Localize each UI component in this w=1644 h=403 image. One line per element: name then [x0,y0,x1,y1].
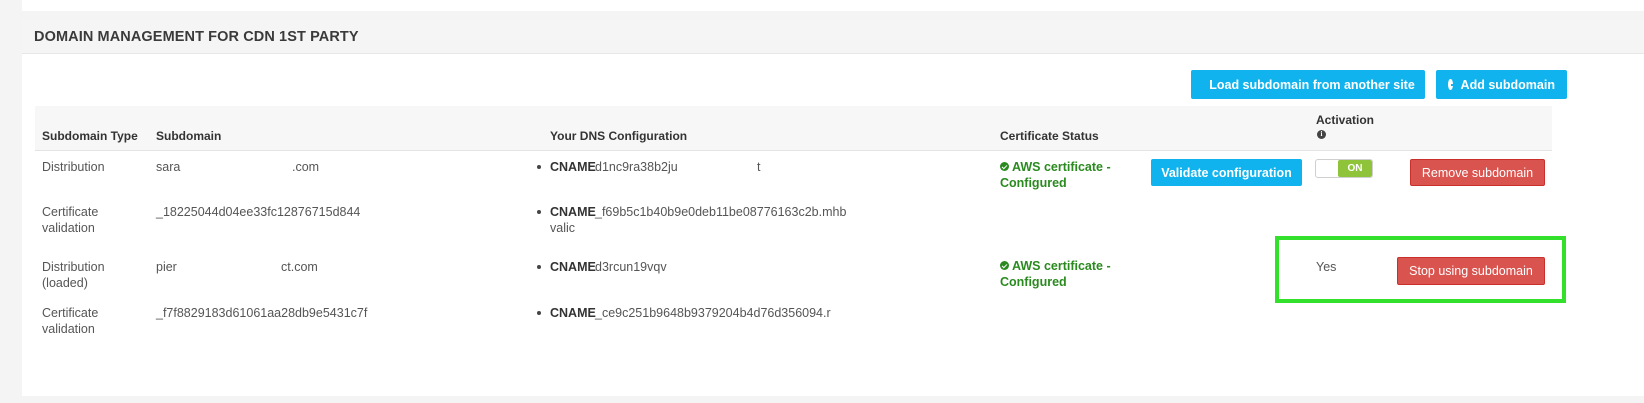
toolbar: Load subdomain from another site Add sub… [1191,70,1567,99]
check-circle-icon [1000,162,1009,171]
dns-kind: CNAME [550,260,596,274]
header-subdomain-type: Subdomain Type [42,129,138,143]
dns-value: d3rcun19vqv [595,260,667,274]
header-subdomain: Subdomain [156,129,222,143]
row-type: Certificate validation [42,205,99,235]
panel-header: DOMAIN MANAGEMENT FOR CDN 1ST PARTY [22,20,1644,54]
dns-kind: CNAME [550,306,596,320]
panel-title: DOMAIN MANAGEMENT FOR CDN 1ST PARTY [34,28,359,45]
row-subdomain-start: sara [156,160,181,174]
row-subdomain-start: pier [156,260,177,274]
highlight-annotation [1275,236,1566,303]
plus-circle-icon [1448,79,1456,90]
dns-value-line2: valic [550,221,576,235]
header-activation: Activation [1316,113,1375,127]
info-circle-icon[interactable]: i [1317,130,1326,139]
load-subdomain-button[interactable]: Load subdomain from another site [1191,70,1425,99]
check-circle-icon [1000,261,1009,270]
add-subdomain-button[interactable]: Add subdomain [1436,70,1567,99]
row-subdomain-end: ct.com [281,260,318,274]
add-subdomain-label: Add subdomain [1460,77,1555,92]
row-type: Distribution (loaded) [42,260,105,290]
list-bullet [537,311,541,315]
top-strip [22,0,1644,11]
toggle-on-label: ON [1338,160,1372,177]
row-subdomain-start: _18225044d04ee33fc12876715d844 [156,205,361,219]
validate-configuration-button[interactable]: Validate configuration [1151,159,1302,186]
row-subdomain-start: _f7f8829183d61061aa28db9e5431c7f [156,306,368,320]
list-bullet [537,210,541,214]
dns-value: d1nc9ra38b2ju [595,160,678,174]
row-type: Distribution [42,160,105,174]
domain-management-panel: DOMAIN MANAGEMENT FOR CDN 1ST PARTY Load… [22,20,1644,396]
list-bullet [537,165,541,169]
dns-value: _f69b5c1b40b9e0deb11be08776163c2b.mhb [595,205,847,219]
dns-kind: CNAME [550,205,596,219]
table-header: Subdomain Type Subdomain Your DNS Config… [35,106,1552,151]
remove-subdomain-button[interactable]: Remove subdomain [1410,159,1545,186]
cert-status: AWS certificate - Configured [1000,258,1120,290]
load-subdomain-label: Load subdomain from another site [1209,77,1415,92]
row-type: Certificate validation [42,306,99,336]
cert-status: AWS certificate - Configured [1000,159,1120,191]
header-dns-config: Your DNS Configuration [550,129,688,143]
dns-kind: CNAME [550,160,596,174]
list-bullet [537,265,541,269]
cert-status-text: AWS certificate - Configured [1000,160,1111,190]
header-cert-status: Certificate Status [1000,129,1099,143]
dns-value: _ce9c251b9648b9379204b4d76d356094.r [595,306,831,320]
activation-toggle[interactable]: ON [1315,159,1373,178]
dns-value-end: t [757,160,761,174]
row-subdomain-end: .com [292,160,320,174]
cert-status-text: AWS certificate - Configured [1000,259,1111,289]
